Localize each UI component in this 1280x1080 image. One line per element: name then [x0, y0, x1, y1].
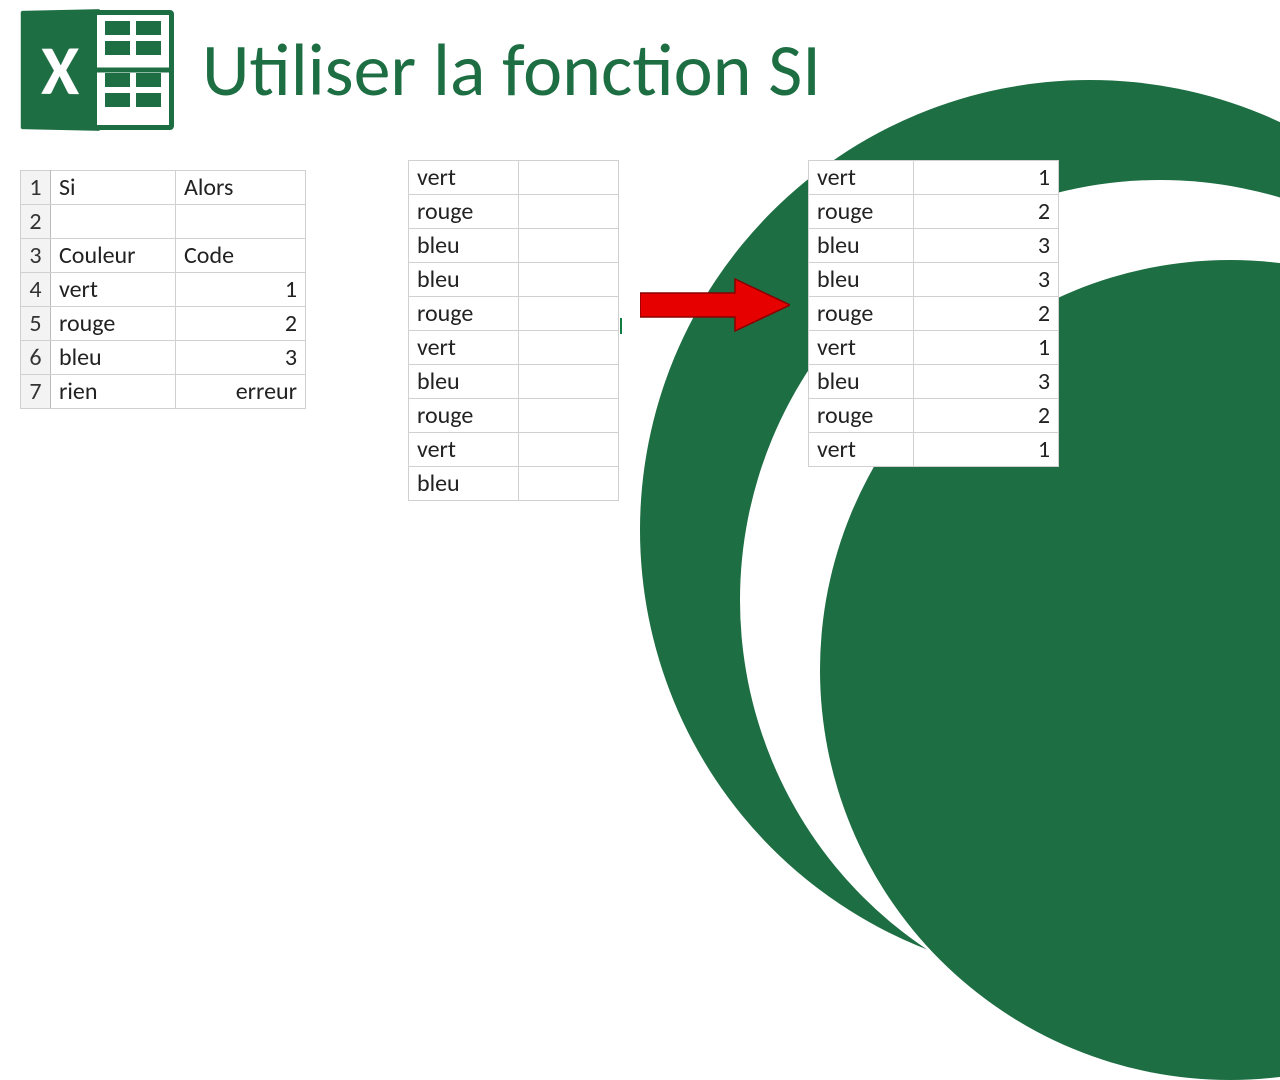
cell	[519, 433, 619, 467]
cell: rouge	[409, 399, 519, 433]
table-row: bleu	[409, 263, 619, 297]
table-row: bleu3	[809, 229, 1059, 263]
excel-sheet-icon	[92, 10, 174, 130]
cell	[519, 195, 619, 229]
excel-x-letter: X	[41, 27, 79, 114]
cell: vert	[409, 331, 519, 365]
table-row: bleu3	[809, 263, 1059, 297]
table-row: bleu	[409, 229, 619, 263]
table-row: vert	[409, 433, 619, 467]
cell	[519, 161, 619, 195]
cell: bleu	[409, 365, 519, 399]
cell: vert	[409, 161, 519, 195]
cell	[519, 467, 619, 501]
table-row: rouge2	[809, 399, 1059, 433]
cell: 3	[914, 263, 1059, 297]
cell	[519, 399, 619, 433]
row-number: 6	[21, 341, 51, 375]
cell: rouge	[409, 297, 519, 331]
cell-cursor-icon	[620, 318, 622, 334]
cell: vert	[51, 273, 176, 307]
cell: 3	[914, 229, 1059, 263]
cell: Alors	[176, 171, 306, 205]
cell	[519, 331, 619, 365]
table-row: bleu3	[809, 365, 1059, 399]
cell: vert	[809, 331, 914, 365]
cell: rouge	[809, 195, 914, 229]
table-row: 4vert1	[21, 273, 306, 307]
cell: 2	[914, 399, 1059, 433]
cell	[519, 263, 619, 297]
table-row: rouge2	[809, 195, 1059, 229]
table-row: vert1	[809, 161, 1059, 195]
table-row: bleu	[409, 467, 619, 501]
cell	[519, 365, 619, 399]
table-row: 1SiAlors	[21, 171, 306, 205]
right-table: vert1 rouge2 bleu3 bleu3 rouge2 vert1 bl…	[808, 160, 1059, 467]
table-row: vert1	[809, 433, 1059, 467]
table-row: 7rienerreur	[21, 375, 306, 409]
table-row: vert	[409, 331, 619, 365]
cell	[176, 205, 306, 239]
cell: 3	[176, 341, 306, 375]
cell: 1	[914, 433, 1059, 467]
table-row: rouge	[409, 195, 619, 229]
cell: vert	[809, 161, 914, 195]
cell: 1	[914, 331, 1059, 365]
table-row: rouge	[409, 297, 619, 331]
cell: Si	[51, 171, 176, 205]
cell: rouge	[809, 399, 914, 433]
arrow-right-icon	[640, 275, 790, 335]
cell: bleu	[809, 229, 914, 263]
row-number: 2	[21, 205, 51, 239]
cell: bleu	[51, 341, 176, 375]
cell: vert	[809, 433, 914, 467]
cell: rouge	[409, 195, 519, 229]
table-row: rouge2	[809, 297, 1059, 331]
cell	[51, 205, 176, 239]
cell: rouge	[809, 297, 914, 331]
table-row: 5rouge2	[21, 307, 306, 341]
cell: vert	[409, 433, 519, 467]
cell: 1	[176, 273, 306, 307]
table-row: 3CouleurCode	[21, 239, 306, 273]
row-number: 3	[21, 239, 51, 273]
row-number: 4	[21, 273, 51, 307]
cell	[519, 297, 619, 331]
cell: Code	[176, 239, 306, 273]
cell: bleu	[809, 263, 914, 297]
table-row: 6bleu3	[21, 341, 306, 375]
cell	[519, 229, 619, 263]
row-number: 5	[21, 307, 51, 341]
page-title: Utiliser la fonction SI	[202, 25, 821, 115]
cell: bleu	[409, 263, 519, 297]
excel-logo-icon: X	[20, 10, 174, 130]
cell: 3	[914, 365, 1059, 399]
cell: 2	[176, 307, 306, 341]
row-number: 1	[21, 171, 51, 205]
excel-x-badge: X	[21, 9, 101, 131]
table-row: rouge	[409, 399, 619, 433]
cell: Couleur	[51, 239, 176, 273]
header: X Utiliser la fonction SI	[20, 10, 821, 130]
table-row: vert1	[809, 331, 1059, 365]
cell: bleu	[809, 365, 914, 399]
cell: 2	[914, 195, 1059, 229]
cell: bleu	[409, 229, 519, 263]
table-row: vert	[409, 161, 619, 195]
cell: erreur	[176, 375, 306, 409]
row-number: 7	[21, 375, 51, 409]
table-row: 2	[21, 205, 306, 239]
cell: 2	[914, 297, 1059, 331]
table-row: bleu	[409, 365, 619, 399]
cell: rien	[51, 375, 176, 409]
cell: bleu	[409, 467, 519, 501]
cell: rouge	[51, 307, 176, 341]
cell: 1	[914, 161, 1059, 195]
middle-table: vert rouge bleu bleu rouge vert bleu rou…	[408, 160, 619, 501]
left-table: 1SiAlors 2 3CouleurCode 4vert1 5rouge2 6…	[20, 170, 306, 409]
